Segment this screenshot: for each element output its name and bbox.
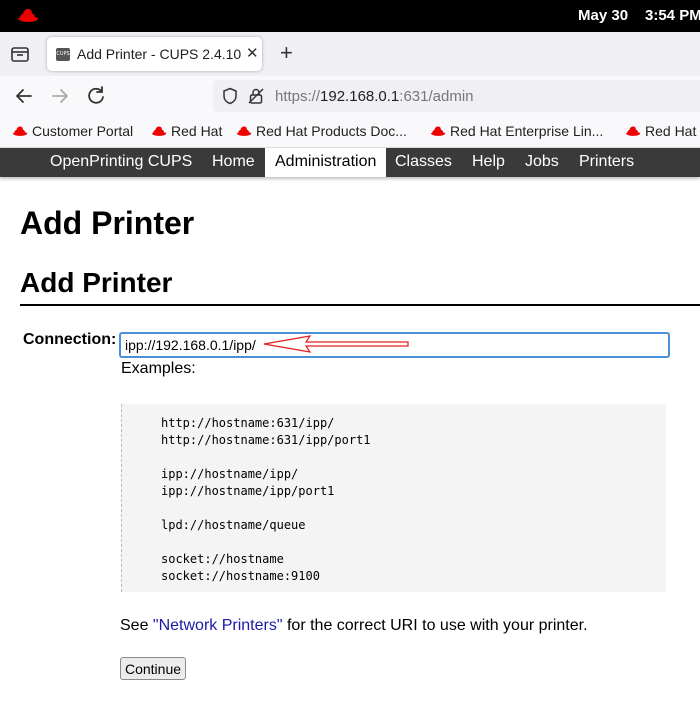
browser-tab-active[interactable]: CUPS Add Printer - CUPS 2.4.10 ✕ [47, 37, 262, 71]
cups-favicon-icon: CUPS [56, 48, 70, 61]
system-date[interactable]: May 30 [578, 7, 628, 24]
nav-help[interactable]: Help [472, 148, 505, 177]
insecure-lock-icon[interactable] [247, 87, 265, 105]
section-title: Add Printer [20, 267, 173, 298]
examples-label: Examples: [121, 360, 196, 377]
bookmarks-bar: Customer Portal Red Hat Red Hat Products… [0, 117, 700, 148]
address-bar[interactable]: https://192.168.0.1:631/admin [213, 80, 700, 112]
red-hat-icon [12, 126, 28, 136]
section-divider [20, 304, 700, 306]
nav-home[interactable]: Home [212, 148, 255, 177]
red-hat-icon [236, 126, 252, 136]
url-text: https://192.168.0.1:631/admin [275, 88, 474, 105]
connection-label: Connection: [23, 331, 117, 348]
network-printers-link[interactable]: "Network Printers" [153, 617, 283, 634]
annotation-arrow-icon [263, 335, 409, 353]
red-hat-logo-icon[interactable] [17, 7, 39, 25]
browser-tab-bar: CUPS Add Printer - CUPS 2.4.10 ✕ + [0, 32, 700, 76]
network-printers-hint: See "Network Printers" for the correct U… [120, 617, 588, 634]
bookmark-item[interactable]: Red Hat Products Doc... [236, 123, 407, 139]
tab-title: Add Printer - CUPS 2.4.10 [77, 46, 242, 62]
bookmark-item[interactable]: Red Hat [151, 123, 222, 139]
red-hat-icon [151, 126, 167, 136]
bookmark-item[interactable]: Customer Portal [12, 123, 133, 139]
examples-code-block: http://hostname:631/ipp/ http://hostname… [121, 404, 666, 592]
forward-arrow-icon[interactable] [48, 84, 72, 108]
shield-icon[interactable] [221, 87, 239, 105]
page-title: Add Printer [20, 205, 195, 241]
bookmark-item[interactable]: Red Hat [625, 123, 696, 139]
tab-list-icon[interactable] [10, 44, 30, 64]
nav-jobs[interactable]: Jobs [525, 148, 559, 177]
nav-printers[interactable]: Printers [579, 148, 634, 177]
reload-icon[interactable] [84, 84, 108, 108]
bookmark-item[interactable]: Red Hat Enterprise Lin... [430, 123, 603, 139]
examples-text: http://hostname:631/ipp/ http://hostname… [161, 416, 371, 583]
browser-nav-bar: https://192.168.0.1:631/admin [0, 76, 700, 117]
system-time[interactable]: 3:54 PM [645, 7, 700, 24]
nav-openprinting-cups[interactable]: OpenPrinting CUPS [50, 148, 192, 177]
nav-classes[interactable]: Classes [395, 148, 452, 177]
system-top-bar: May 30 3:54 PM [0, 0, 700, 32]
nav-administration[interactable]: Administration [265, 148, 387, 177]
red-hat-icon [430, 126, 446, 136]
new-tab-plus-icon[interactable]: + [280, 42, 293, 64]
back-arrow-icon[interactable] [12, 84, 36, 108]
tab-close-icon[interactable]: ✕ [246, 44, 259, 62]
continue-button[interactable]: Continue [120, 657, 186, 680]
cups-navigation: OpenPrinting CUPS Home Administration Cl… [0, 148, 700, 177]
red-hat-icon [625, 126, 641, 136]
